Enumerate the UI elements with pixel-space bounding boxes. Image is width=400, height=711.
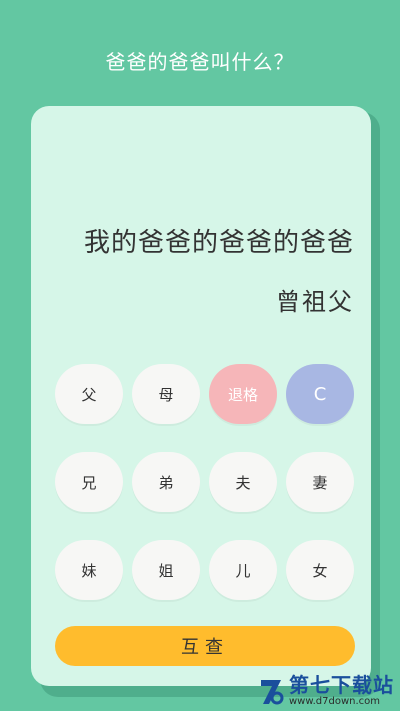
key-clear[interactable]: C bbox=[286, 364, 354, 424]
key-backspace[interactable]: 退格 bbox=[209, 364, 277, 424]
key-daughter[interactable]: 女 bbox=[286, 540, 354, 600]
app-background: 爸爸的爸爸叫什么？ 我的爸爸的爸爸的爸爸 曾祖父 父 母 退格 C 兄 弟 夫 … bbox=[0, 0, 400, 711]
key-younger-brother[interactable]: 弟 bbox=[132, 452, 200, 512]
watermark-title: 第七下载站 bbox=[289, 673, 394, 697]
key-mother[interactable]: 母 bbox=[132, 364, 200, 424]
key-father[interactable]: 父 bbox=[55, 364, 123, 424]
key-son[interactable]: 儿 bbox=[209, 540, 277, 600]
mutual-check-button[interactable]: 互查 bbox=[55, 626, 355, 666]
watermark-url: www.d7down.com bbox=[289, 696, 381, 707]
key-younger-sister[interactable]: 妹 bbox=[55, 540, 123, 600]
key-older-brother[interactable]: 兄 bbox=[55, 452, 123, 512]
watermark-text: 第七下载站 www.d7down.com bbox=[289, 675, 394, 707]
relation-expression: 我的爸爸的爸爸的爸爸 bbox=[83, 228, 354, 258]
key-wife[interactable]: 妻 bbox=[286, 452, 354, 512]
watermark: 第七下载站 www.d7down.com bbox=[257, 675, 394, 707]
key-older-sister[interactable]: 姐 bbox=[132, 540, 200, 600]
watermark-logo-icon bbox=[261, 680, 284, 705]
key-husband[interactable]: 夫 bbox=[209, 452, 277, 512]
page-title: 爸爸的爸爸叫什么？ bbox=[105, 50, 295, 74]
relation-result: 曾祖父 bbox=[276, 288, 354, 316]
